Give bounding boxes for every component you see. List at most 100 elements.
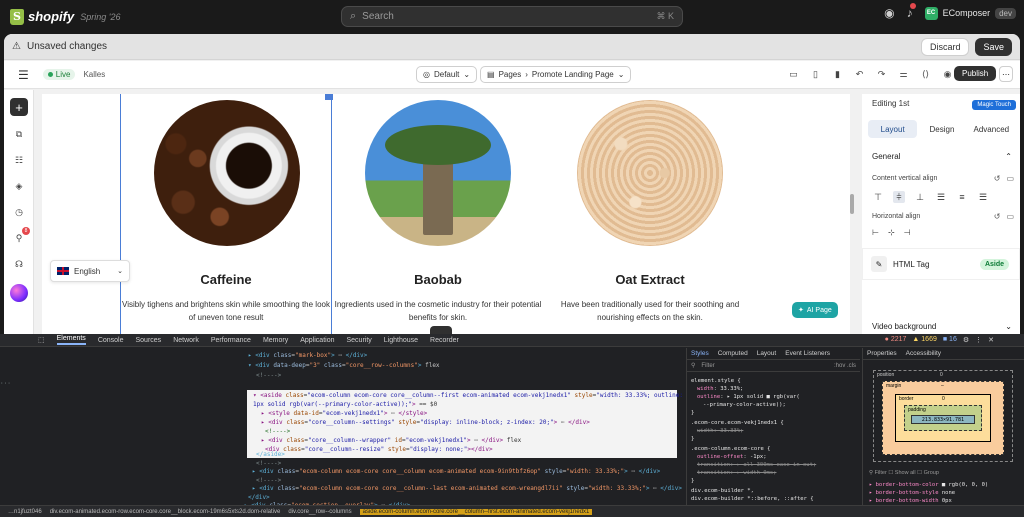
inspect-icon[interactable]: ⬚ [38,336,45,344]
tablet-icon[interactable]: ▯ [808,67,823,82]
kebab-icon[interactable]: ⋮ [975,336,982,344]
device-select[interactable]: ◎ Default ⌄ [416,66,478,83]
responsive-icon[interactable]: ▭ [1006,174,1014,183]
search-input[interactable]: ⌕ Search ⌘ K [341,6,683,27]
tab-elements[interactable]: Elements [56,335,86,345]
notifications-icon[interactable]: ⚲ 8 [11,227,30,246]
column-baobab[interactable]: Baobab Ingredients used in the cosmetic … [332,94,544,334]
history-icon[interactable]: ◷ [11,204,27,220]
tab-design[interactable]: Design [917,120,966,138]
align-left-icon[interactable]: ⊢ [872,228,879,237]
tab-computed[interactable]: Computed [718,350,748,357]
styles-filter[interactable]: ⚲ Filter :hov .cls [687,360,860,372]
tab-network[interactable]: Network [173,337,199,344]
filter-options[interactable]: :hov .cls [834,363,856,369]
devtools-resize-handle[interactable] [430,326,452,334]
library-icon[interactable]: ◈ [11,178,27,194]
ai-page-button[interactable]: ✦ AI Page [792,302,838,318]
breadcrumb-item[interactable]: …n1jfuzt046 [8,509,42,515]
gear-icon[interactable]: ⚙ [963,336,969,344]
more-options-button[interactable]: ⋯ [999,66,1013,82]
space-around-icon[interactable]: ≡ [956,191,968,203]
history-badge: 8 [22,227,30,235]
tab-security[interactable]: Security [346,337,371,344]
discard-button[interactable]: Discard [920,38,970,56]
magic-touch-button[interactable]: Magic Touch [972,100,1016,110]
preview-eye-icon[interactable]: ◉ [940,67,955,82]
publish-button[interactable]: Publish [954,66,997,81]
html-tag-label: HTML Tag [893,259,930,269]
tab-styles[interactable]: Styles [691,350,709,357]
breadcrumb-item-active[interactable]: aside.ecom-column.ecom-core.core__column… [359,508,593,515]
page-select[interactable]: ▤ Pages › Promote Landing Page ⌄ [480,66,632,83]
add-element-button[interactable]: + [10,98,28,116]
tab-layout[interactable]: Layout [868,120,918,138]
tab-console[interactable]: Console [98,337,124,344]
column-caffeine[interactable]: Caffeine Visibly tighens and brightens s… [120,94,332,334]
align-bottom-icon[interactable]: ⊥ [914,191,926,203]
shopify-logo[interactable]: shopify Spring '26 [10,8,120,25]
apps-icon[interactable]: ☊ [11,256,27,272]
styles-tabs: Styles Computed Layout Event Listeners [687,348,860,360]
bell-icon[interactable]: ♪ [907,3,916,20]
breadcrumb-item[interactable]: div.core__row--columns [288,509,351,515]
responsive-icon[interactable]: ▭ [1006,212,1014,221]
close-icon[interactable]: ✕ [988,336,994,344]
tab-accessibility[interactable]: Accessibility [906,350,941,357]
ai-orb-icon[interactable] [10,284,28,302]
tab-layout-dt[interactable]: Layout [757,350,777,357]
space-between-icon[interactable]: ☰ [935,191,947,203]
settings-sliders-icon[interactable]: ⚌ [896,67,911,82]
box-content: 213.833×91.781 [911,415,975,424]
save-button[interactable]: Save [975,38,1012,56]
tab-application[interactable]: Application [300,337,334,344]
reset-icon[interactable]: ↺ [994,212,1001,221]
align-center-icon[interactable]: ⊹ [888,228,895,237]
align-middle-icon[interactable]: ⫩ [893,191,905,203]
warning-icon: ⚠ [12,41,21,52]
selected-node[interactable]: ▾ <aside class="ecom-column ecom-core co… [247,390,683,458]
tab-performance[interactable]: Performance [211,337,251,344]
uk-flag-icon [57,267,69,275]
sidekick-icon[interactable]: ◉ [884,6,894,20]
breadcrumb-item[interactable]: div.ecom-animated.ecom-row.ecom-core.cor… [50,509,281,515]
tab-event-listeners[interactable]: Event Listeners [785,350,830,357]
html-tag-control[interactable]: ✎ HTML Tag Aside [862,248,1020,280]
mobile-icon[interactable]: ▮ [830,67,845,82]
baobab-image [365,100,511,246]
tab-recorder[interactable]: Recorder [430,337,459,344]
align-top-icon[interactable]: ⊤ [872,191,884,203]
chevron-down-icon: ⌄ [463,70,471,79]
canvas-scrollbar[interactable] [850,194,854,214]
general-section-header[interactable]: General ⌃ [872,152,1012,161]
dom-tree[interactable]: ▸ <div class="mark-box"> ⋯ </div> ▾ <div… [0,348,684,506]
warning-count[interactable]: ▲ 1669 [912,336,936,344]
language-selector[interactable]: English ⌄ [50,260,130,282]
error-count[interactable]: ● 2217 [885,336,907,344]
horizontal-align-label: Horizontal align [872,213,921,220]
box-model-diagram[interactable]: position 0 margin – border 0 padding 213… [873,370,1013,462]
search-placeholder: Search [362,11,394,22]
code-icon[interactable]: ⟨⟩ [918,67,933,82]
menu-icon[interactable]: ☰ [18,68,29,82]
layers-icon[interactable]: ☷ [11,152,27,168]
tab-properties[interactable]: Properties [867,350,897,357]
info-count[interactable]: ■ 16 [943,336,957,344]
sections-icon[interactable]: ⧉ [11,126,27,142]
store-menu[interactable]: EC EComposer dev [924,6,1016,20]
reset-icon[interactable]: ↺ [994,174,1001,183]
space-evenly-icon[interactable]: ☰ [977,191,989,203]
tab-sources[interactable]: Sources [136,337,162,344]
desktop-icon[interactable]: ▭ [786,67,801,82]
column-oat[interactable]: Oat Extract Have been traditionally used… [544,94,756,334]
left-sidebar: + ⧉ ☷ ◈ ◷ ⚲ 8 ☊ [4,90,34,334]
tab-advanced[interactable]: Advanced [967,120,1016,138]
align-right-icon[interactable]: ⊣ [904,228,911,237]
filter-placeholder: Filter [701,362,715,369]
tab-memory[interactable]: Memory [263,337,288,344]
video-background-header[interactable]: Video background ⌄ [872,322,1012,331]
redo-icon[interactable]: ↷ [874,67,889,82]
undo-icon[interactable]: ↶ [852,67,867,82]
editor-toolbar: ☰ Live Kalles ◎ Default ⌄ ▤ Pages › Prom… [4,61,1020,89]
tab-lighthouse[interactable]: Lighthouse [384,337,418,344]
